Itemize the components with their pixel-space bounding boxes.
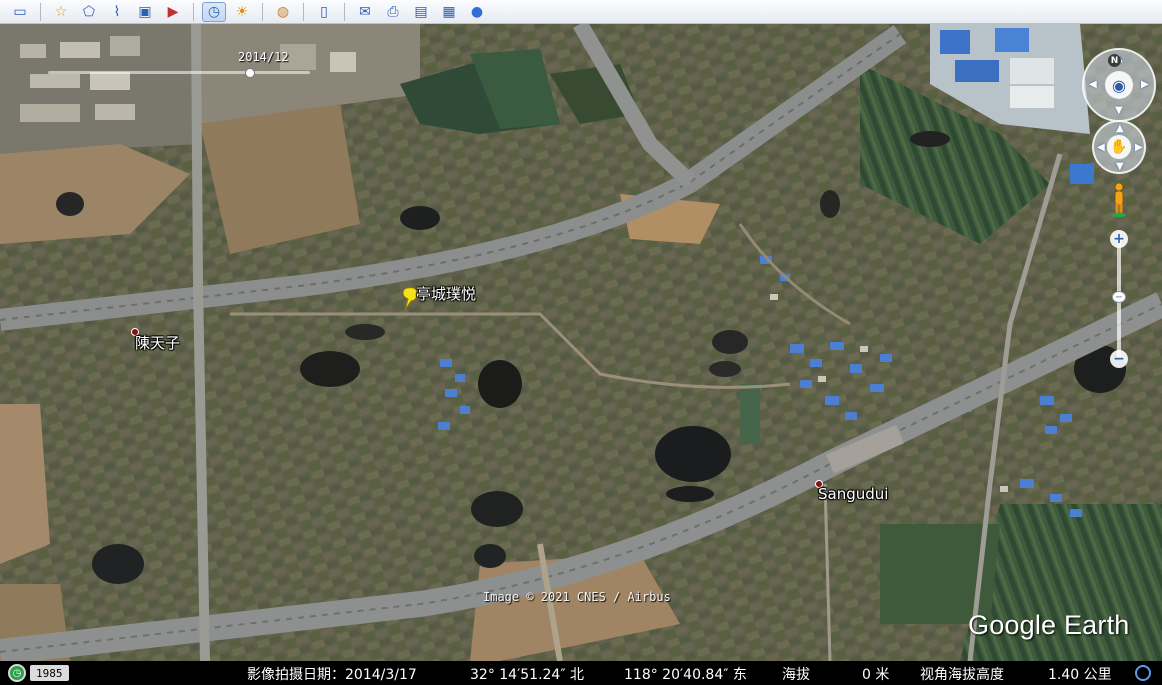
eye-altitude-label: 视角海拔高度 [920, 667, 1004, 683]
time-slider-track[interactable] [48, 71, 310, 74]
zoom-slider[interactable]: + − − [1108, 226, 1130, 372]
zoom-in-button[interactable]: + [1110, 230, 1128, 248]
toolbar-separator [40, 2, 41, 21]
look-right-icon[interactable]: ▶ [1141, 80, 1149, 90]
streaming-progress-icon [1135, 665, 1151, 681]
longitude-readout: 118° 20′40.84″ 东 [624, 667, 747, 683]
record-tour-icon: ▶ [167, 3, 179, 20]
switch-planet-icon: ◍ [276, 3, 290, 20]
view-in-maps-icon: ▦ [442, 3, 456, 20]
eye-icon[interactable]: ◉ [1105, 71, 1133, 99]
place-label-sangudui[interactable]: Sangudui [818, 485, 888, 503]
print-button[interactable]: ⎙ [381, 2, 405, 22]
placemark-label[interactable]: 亭城璞悦 [416, 283, 476, 304]
historical-clock-icon[interactable]: ◷ [8, 664, 26, 682]
sunlight-icon: ☀ [235, 3, 249, 20]
latitude-readout: 32° 14′51.24″ 北 [470, 667, 585, 683]
add-path-icon: ⌇ [113, 3, 121, 20]
add-placemark-icon: ☆ [54, 3, 68, 20]
earth-gallery-icon: ● [470, 3, 484, 20]
imagery-attribution: Image © 2021 CNES / Airbus [483, 590, 671, 604]
time-slider-thumb[interactable] [245, 68, 255, 78]
imagery-date: 影像拍摄日期：2014/3/17 [247, 667, 417, 683]
toolbar-separator [344, 2, 345, 21]
move-joystick[interactable]: ▲ ▼ ◀ ▶ ✋ [1092, 120, 1146, 174]
place-label-chentianzi[interactable]: 陳天子 [135, 332, 180, 353]
street-view-pegman-icon[interactable] [1110, 182, 1128, 218]
add-image-overlay-icon: ▣ [138, 3, 152, 20]
view-in-maps-button[interactable]: ▦ [437, 2, 461, 22]
save-image-icon: ▤ [414, 3, 428, 20]
historical-year-badge[interactable]: 1985 [30, 665, 69, 681]
toolbar-separator [262, 2, 263, 21]
switch-planet-button[interactable]: ◍ [271, 2, 295, 22]
ruler-icon: ▯ [320, 3, 328, 20]
email-icon: ✉ [359, 3, 371, 20]
elevation-value: 0 米 [862, 667, 890, 683]
north-indicator[interactable]: N [1108, 54, 1121, 67]
ruler-button[interactable]: ▯ [312, 2, 336, 22]
look-down-icon[interactable]: ▼ [1115, 106, 1123, 116]
google-earth-logo: Google Earth [968, 610, 1130, 640]
toolbar-separator [303, 2, 304, 21]
move-right-icon[interactable]: ▶ [1135, 143, 1143, 153]
move-down-icon[interactable]: ▼ [1116, 162, 1124, 172]
print-icon: ⎙ [387, 3, 399, 20]
historical-imagery-button[interactable]: ◷ [202, 1, 226, 22]
elevation-label: 海拔 [782, 667, 810, 683]
status-bar: ◷ 1985 影像拍摄日期：2014/3/17 32° 14′51.24″ 北 … [0, 661, 1162, 685]
add-image-overlay-button[interactable]: ▣ [133, 2, 157, 22]
record-tour-button[interactable]: ▶ [161, 2, 185, 22]
look-left-icon[interactable]: ◀ [1089, 80, 1097, 90]
move-left-icon[interactable]: ◀ [1097, 143, 1105, 153]
google-earth-window: ▭ ☆ ⬠ ⌇ ▣ ▶ ◷ ☀ ◍ ▯ ✉ ⎙ ▤ ▦ ● 2014/12 亭城… [0, 0, 1162, 685]
earth-gallery-button[interactable]: ● [465, 2, 489, 22]
historical-imagery-icon: ◷ [207, 3, 221, 20]
add-path-button[interactable]: ⌇ [105, 2, 129, 22]
save-image-button[interactable]: ▤ [409, 2, 433, 22]
time-slider-date: 2014/12 [238, 50, 289, 64]
sunlight-button[interactable]: ☀ [230, 2, 254, 22]
time-slider[interactable] [48, 68, 310, 78]
add-placemark-button[interactable]: ☆ [49, 2, 73, 22]
toolbar-separator [193, 2, 194, 21]
zoom-out-button[interactable]: − [1110, 350, 1128, 368]
toolbar: ▭ ☆ ⬠ ⌇ ▣ ▶ ◷ ☀ ◍ ▯ ✉ ⎙ ▤ ▦ ● [0, 0, 1162, 24]
add-polygon-button[interactable]: ⬠ [77, 2, 101, 22]
move-up-icon[interactable]: ▲ [1116, 124, 1124, 134]
satellite-map-view[interactable]: 2014/12 亭城璞悦 陳天子 Sangudui Image © 2021 C… [0, 24, 1162, 661]
add-polygon-icon: ⬠ [82, 3, 96, 20]
hand-icon[interactable]: ✋ [1107, 135, 1131, 159]
email-button[interactable]: ✉ [353, 2, 377, 22]
eye-altitude-value: 1.40 公里 [1048, 667, 1112, 683]
zoom-thumb[interactable]: − [1112, 291, 1126, 303]
sidebar-toggle-icon[interactable]: ▭ [8, 2, 32, 22]
